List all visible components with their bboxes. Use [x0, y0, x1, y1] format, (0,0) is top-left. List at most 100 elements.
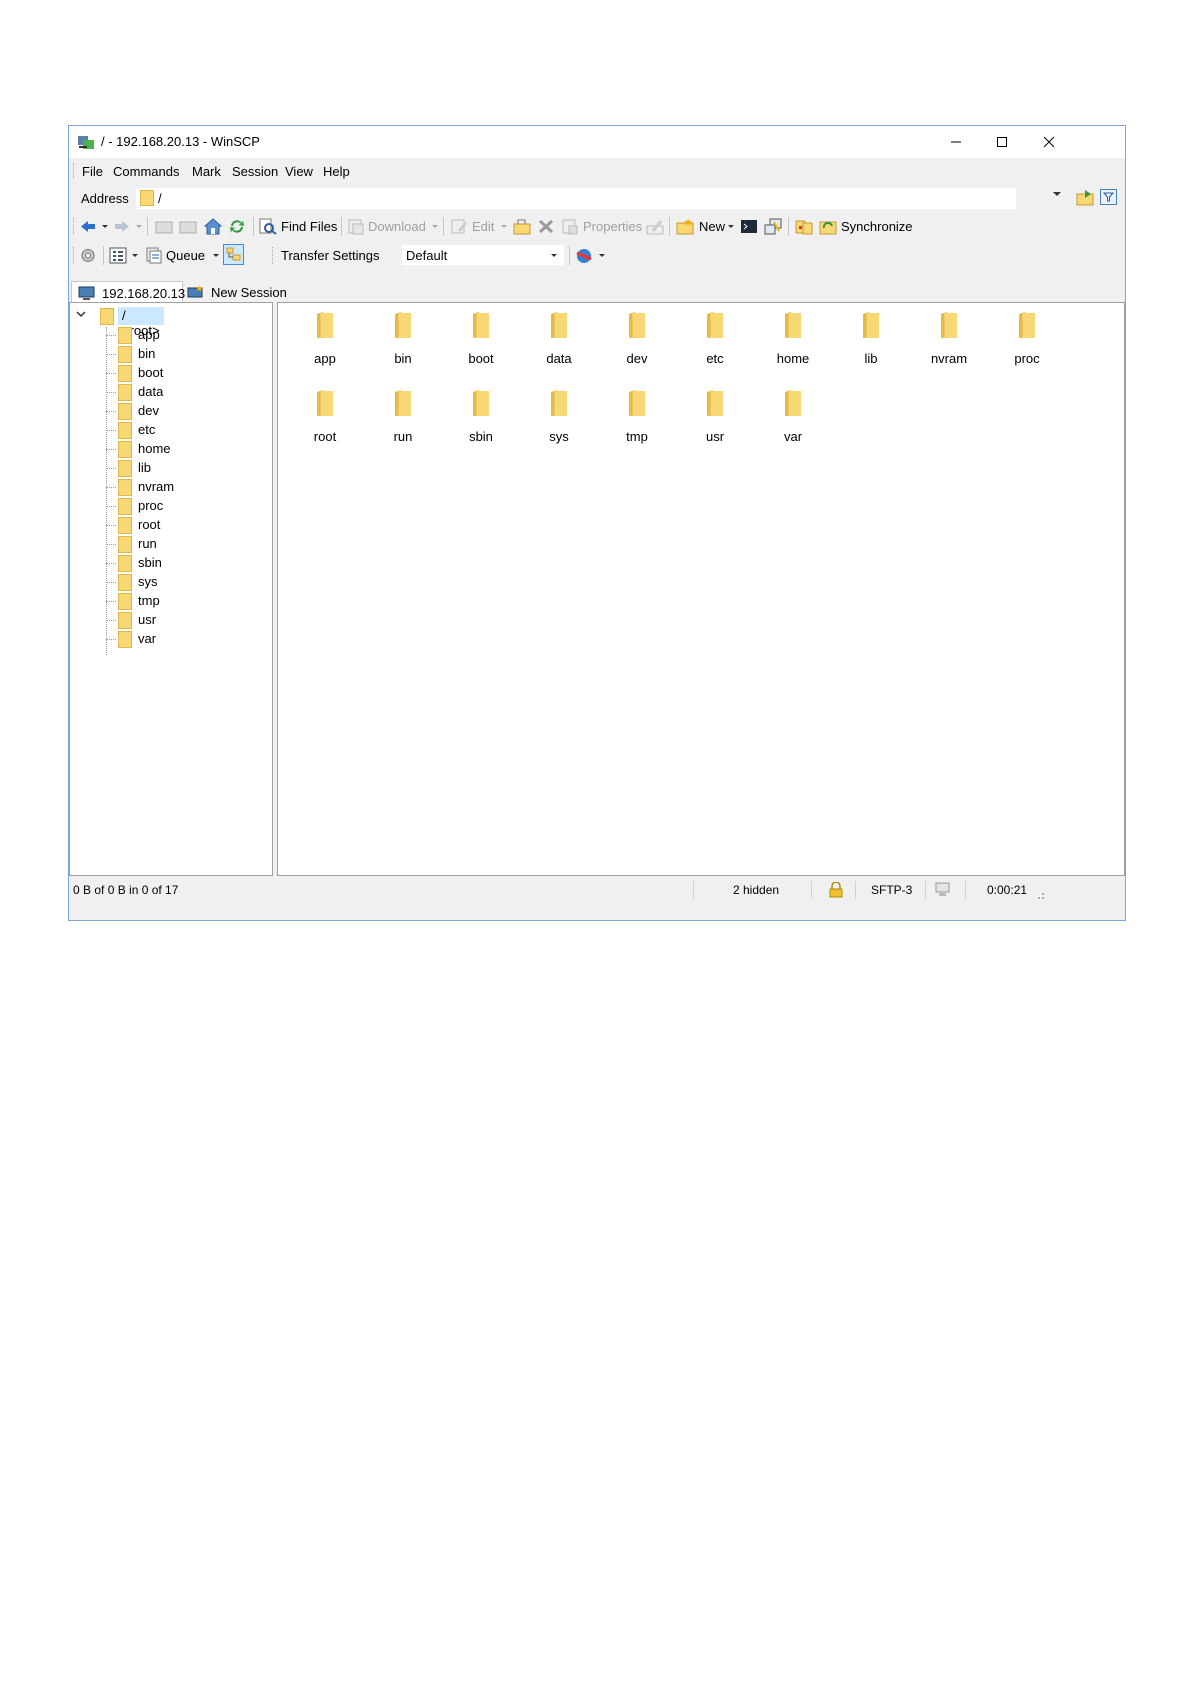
maximize-button[interactable]	[979, 126, 1025, 158]
view-mode-icon[interactable]	[109, 247, 127, 264]
file-item-proc[interactable]: proc	[992, 307, 1062, 377]
view-mode-dropdown-icon[interactable]	[132, 254, 138, 257]
file-item-sys[interactable]: sys	[524, 385, 594, 455]
menu-help[interactable]: Help	[323, 164, 350, 179]
compare-directories-icon[interactable]	[795, 218, 813, 235]
file-item-app[interactable]: app	[290, 307, 360, 377]
queue-button[interactable]: Queue	[166, 248, 205, 263]
file-item-var[interactable]: var	[758, 385, 828, 455]
tree-item-label: run	[138, 536, 157, 551]
new-folder-icon[interactable]	[676, 218, 694, 235]
putty-icon[interactable]	[764, 218, 782, 235]
menu-view[interactable]: View	[285, 164, 313, 179]
file-item-tmp[interactable]: tmp	[602, 385, 672, 455]
file-item-boot[interactable]: boot	[446, 307, 516, 377]
synchronize-button[interactable]: Synchronize	[841, 219, 913, 234]
queue-icon[interactable]	[145, 247, 163, 264]
directory-tree[interactable]: / <root> app bin boot data dev etc home lib nvra…	[69, 302, 273, 876]
file-item-label: dev	[626, 351, 648, 366]
synchronize-icon[interactable]	[819, 218, 837, 235]
edit-icon[interactable]	[450, 218, 468, 235]
file-item-root[interactable]: root	[290, 385, 360, 455]
tree-toggle-button[interactable]	[223, 244, 244, 265]
file-item-bin[interactable]: bin	[368, 307, 438, 377]
parent-directory-icon[interactable]	[155, 218, 173, 235]
download-button[interactable]: Download	[368, 219, 426, 234]
transfer-mode-dropdown-icon[interactable]	[599, 254, 605, 257]
close-button[interactable]	[1026, 126, 1072, 158]
find-files-icon[interactable]	[259, 218, 277, 235]
chevron-down-icon[interactable]	[76, 311, 86, 319]
new-dropdown-icon[interactable]	[728, 225, 734, 228]
find-files-button[interactable]: Find Files	[281, 219, 337, 234]
file-item-etc[interactable]: etc	[680, 307, 750, 377]
edit-button[interactable]: Edit	[472, 219, 494, 234]
tab-new-session[interactable]: New Session	[185, 281, 289, 303]
file-item-nvram[interactable]: nvram	[914, 307, 984, 377]
open-directory-icon[interactable]	[1076, 189, 1096, 207]
file-item-home[interactable]: home	[758, 307, 828, 377]
status-hidden[interactable]: 2 hidden	[733, 883, 779, 897]
file-item-label: home	[776, 351, 810, 366]
download-dropdown-icon[interactable]	[432, 225, 438, 228]
file-item-run[interactable]: run	[368, 385, 438, 455]
properties-button[interactable]: Properties	[583, 219, 642, 234]
file-panel[interactable]: app bin boot data dev etc home lib nvram proc root…	[277, 302, 1125, 876]
file-item-label: run	[393, 429, 413, 444]
toolbar-grip[interactable]	[73, 247, 77, 264]
download-icon[interactable]	[347, 218, 365, 235]
tree-item-label: lib	[138, 460, 152, 475]
refresh-icon[interactable]	[228, 218, 246, 235]
menu-commands[interactable]: Commands	[113, 164, 179, 179]
forward-arrow-icon[interactable]	[113, 218, 131, 235]
menu-grip[interactable]	[73, 163, 77, 179]
file-item-data[interactable]: data	[524, 307, 594, 377]
preferences-gear-icon[interactable]	[79, 247, 97, 264]
folder-icon	[118, 365, 132, 382]
root-directory-icon[interactable]	[179, 218, 197, 235]
minimize-button[interactable]	[933, 126, 979, 158]
menu-session[interactable]: Session	[232, 164, 278, 179]
terminal-icon[interactable]	[740, 218, 758, 235]
open-icon[interactable]	[513, 218, 531, 235]
back-dropdown-icon[interactable]	[102, 225, 108, 228]
winscp-app-icon	[78, 136, 94, 149]
folder-icon	[473, 312, 489, 338]
tree-line	[106, 411, 116, 412]
folder-icon	[118, 593, 132, 610]
file-item-usr[interactable]: usr	[680, 385, 750, 455]
menu-mark[interactable]: Mark	[192, 164, 221, 179]
tree-line	[106, 601, 116, 602]
lock-icon[interactable]	[829, 882, 843, 898]
address-field[interactable]: /	[135, 187, 1017, 210]
main-toolbar: Find Files Download Edit Properties New …	[69, 212, 1125, 241]
resize-grip-icon[interactable]	[1035, 890, 1045, 900]
tab-session[interactable]: 192.168.20.13	[71, 281, 185, 303]
home-icon[interactable]	[204, 218, 222, 235]
folder-icon	[785, 390, 801, 416]
forward-dropdown-icon[interactable]	[136, 225, 142, 228]
file-item-label: etc	[706, 351, 724, 366]
tree-item-label: dev	[138, 403, 159, 418]
toolbar-grip[interactable]	[272, 247, 276, 264]
transfer-mode-icon[interactable]	[575, 247, 593, 264]
edit-dropdown-icon[interactable]	[501, 225, 507, 228]
queue-dropdown-icon[interactable]	[213, 254, 219, 257]
new-button[interactable]: New	[699, 219, 725, 234]
transfer-settings-select[interactable]: Default	[402, 245, 564, 265]
back-arrow-icon[interactable]	[79, 218, 97, 235]
new-session-icon	[187, 285, 203, 298]
properties-icon[interactable]	[561, 218, 579, 235]
menu-file[interactable]: File	[82, 164, 103, 179]
folder-icon	[317, 390, 333, 416]
address-dropdown-icon[interactable]	[1053, 192, 1061, 196]
file-item-label: data	[546, 351, 572, 366]
rename-icon[interactable]	[646, 218, 664, 235]
file-item-lib[interactable]: lib	[836, 307, 906, 377]
file-item-sbin[interactable]: sbin	[446, 385, 516, 455]
file-item-dev[interactable]: dev	[602, 307, 672, 377]
tree-item-label: tmp	[138, 593, 160, 608]
toolbar-grip[interactable]	[73, 218, 77, 235]
filter-icon[interactable]	[1100, 189, 1118, 206]
delete-icon[interactable]	[537, 218, 555, 235]
